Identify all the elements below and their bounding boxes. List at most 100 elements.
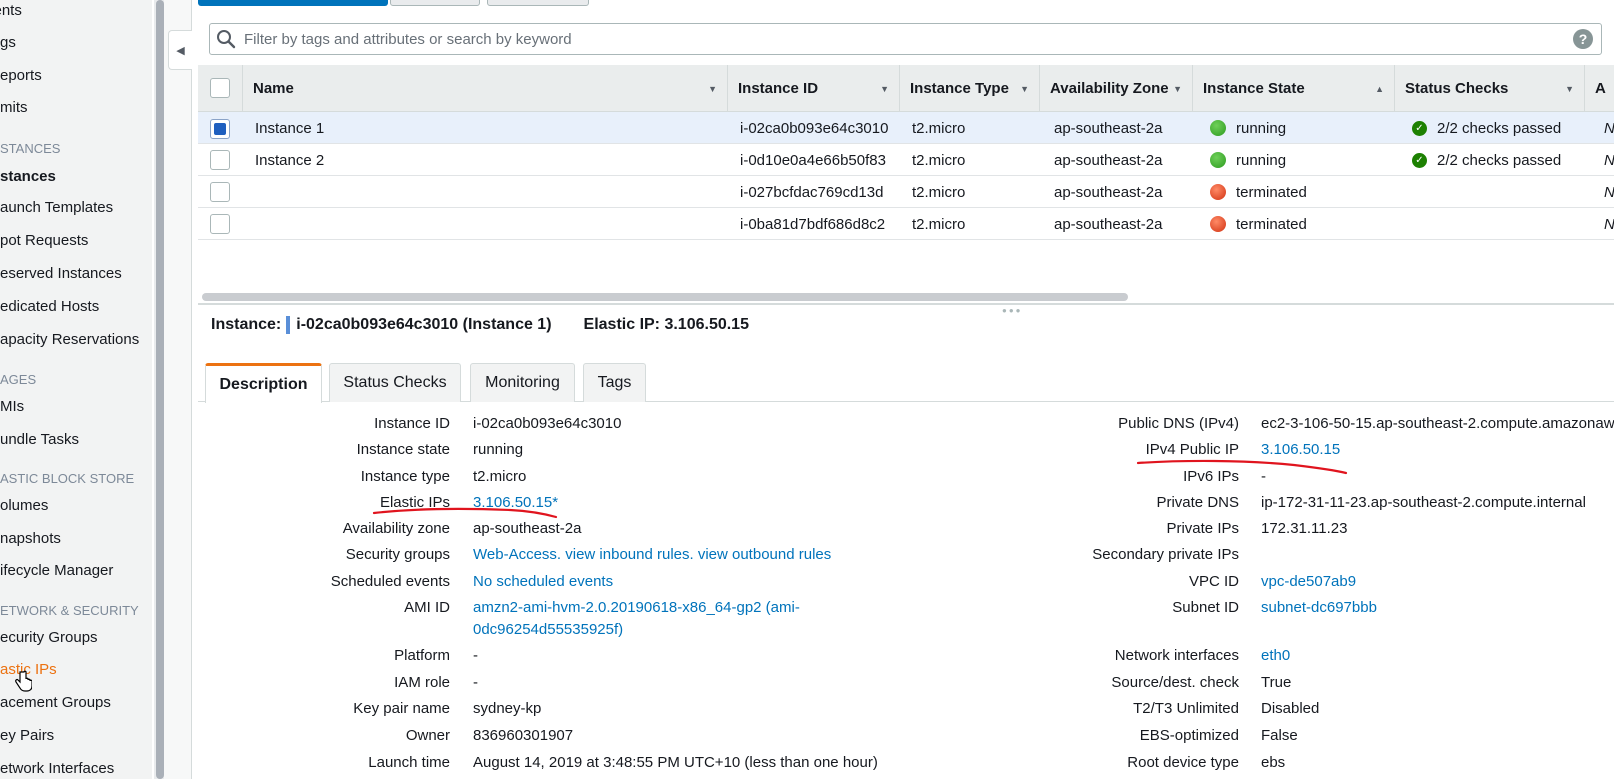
sidebar-item-capacity-reservations[interactable]: apacity Reservations	[0, 331, 139, 348]
sidebar-heading-network-security: ETWORK & SECURITY	[0, 603, 139, 618]
value-network-interfaces[interactable]: eth0	[1261, 647, 1290, 664]
value-private-dns: ip-172-31-11-23.ap-southeast-2.compute.i…	[1261, 494, 1586, 511]
row-checkbox[interactable]	[210, 182, 230, 202]
checks-text: 2/2 checks passed	[1437, 119, 1562, 137]
sidebar-item-events[interactable]: vents	[0, 2, 22, 19]
value-owner: 836960301907	[473, 727, 574, 744]
sidebar-item-key-pairs[interactable]: ey Pairs	[0, 727, 54, 744]
value-scheduled-events[interactable]: No scheduled events	[473, 573, 613, 590]
sidebar-item-network-interfaces[interactable]: etwork Interfaces	[0, 760, 114, 777]
table-row[interactable]: i-0ba81d7bdf686d8c2 t2.micro ap-southeas…	[198, 208, 1614, 240]
value-ami-id[interactable]: amzn2-ami-hvm-2.0.20190618-x86_64-gp2 (a…	[473, 599, 800, 616]
cell-availability-zone: ap-southeast-2a	[1054, 183, 1163, 201]
sidebar-item-spot-requests[interactable]: pot Requests	[0, 232, 88, 249]
tab-status-checks[interactable]: Status Checks	[329, 363, 461, 402]
sidebar-scrollbar[interactable]	[156, 0, 164, 779]
sort-down-icon[interactable]: ▼	[708, 84, 717, 94]
tab-monitoring[interactable]: Monitoring	[470, 363, 575, 402]
sidebar-item-instances[interactable]: stances	[0, 168, 56, 185]
state-text: terminated	[1236, 215, 1307, 233]
sidebar-item-reports[interactable]: eports	[0, 67, 42, 84]
sidebar-item-volumes[interactable]: olumes	[0, 497, 48, 514]
row-checkbox[interactable]	[210, 214, 230, 234]
actions-button[interactable]	[487, 0, 589, 6]
label-scheduled-events: Scheduled events	[330, 573, 450, 590]
pane-divider[interactable]	[198, 303, 1614, 305]
search-bar: ?	[209, 23, 1602, 55]
status-red-icon	[1210, 216, 1226, 232]
value-instance-type: t2.micro	[473, 468, 527, 485]
value-launch-time: August 14, 2019 at 3:48:55 PM UTC+10 (le…	[473, 754, 878, 771]
value-ebs-optimized: False	[1261, 727, 1298, 744]
detail-header: Instance: i-02ca0b093e64c3010 (Instance …	[211, 316, 749, 334]
column-header-instance-type[interactable]: Instance Type ▼	[900, 65, 1040, 112]
row-checkbox[interactable]	[210, 119, 230, 139]
value-subnet-id[interactable]: subnet-dc697bbb	[1261, 599, 1377, 616]
value-vpc-id[interactable]: vpc-de507ab9	[1261, 573, 1356, 590]
help-icon[interactable]: ?	[1573, 29, 1593, 49]
cell-instance-state: terminated	[1210, 208, 1307, 240]
connect-button[interactable]	[390, 0, 480, 6]
sidebar-item-placement-groups[interactable]: acement Groups	[0, 694, 111, 711]
label-t2-t3-unlimited: T2/T3 Unlimited	[1133, 700, 1239, 717]
hand-cursor-icon	[15, 670, 32, 692]
sidebar-item-lifecycle-manager[interactable]: ifecycle Manager	[0, 562, 113, 579]
column-label-status-checks: Status Checks	[1405, 80, 1509, 97]
launch-instance-button[interactable]	[198, 0, 388, 6]
annotation-underline-ipv4-public-ip	[1136, 459, 1348, 475]
table-horizontal-scrollbar[interactable]	[202, 293, 1128, 301]
column-header-status-checks[interactable]: Status Checks ▼	[1395, 65, 1585, 112]
cell-alarm: N	[1604, 215, 1614, 233]
sidebar-item-snapshots[interactable]: napshots	[0, 530, 61, 547]
sidebar-item-launch-templates[interactable]: aunch Templates	[0, 199, 113, 216]
sidebar-item-limits[interactable]: mits	[0, 99, 28, 116]
column-header-alarm[interactable]: A	[1585, 65, 1614, 112]
label-public-dns: Public DNS (IPv4)	[1118, 415, 1239, 432]
cell-instance-type: t2.micro	[912, 119, 966, 137]
label-platform: Platform	[394, 647, 450, 664]
column-header-name[interactable]: Name ▼	[243, 65, 728, 112]
elastic-ip-header: Elastic IP: 3.106.50.15	[583, 316, 749, 333]
tab-description[interactable]: Description	[205, 363, 322, 403]
sidebar-item-amis[interactable]: MIs	[0, 398, 24, 415]
sidebar-heading-ebs: ASTIC BLOCK STORE	[0, 471, 135, 486]
resize-grip-icon[interactable]: ●●●	[1002, 306, 1023, 315]
sort-down-icon[interactable]: ▼	[1020, 84, 1029, 94]
cell-instance-state: terminated	[1210, 176, 1307, 208]
label-private-dns: Private DNS	[1156, 494, 1239, 511]
collapse-left-icon[interactable]: ◀	[168, 30, 192, 70]
state-text: terminated	[1236, 183, 1307, 201]
table-row[interactable]: Instance 2 i-0d10e0a4e66b50f83 t2.micro …	[198, 144, 1614, 176]
cell-instance-type: t2.micro	[912, 151, 966, 169]
column-header-availability-zone[interactable]: Availability Zone ▼	[1040, 65, 1193, 112]
check-passed-icon: ✓	[1412, 120, 1427, 136]
sort-down-icon[interactable]: ▼	[1173, 84, 1182, 94]
state-text: running	[1236, 151, 1287, 169]
sort-down-icon[interactable]: ▼	[880, 84, 889, 94]
value-ami-id-cont[interactable]: 0dc96254d55535925f)	[473, 621, 623, 638]
table-row[interactable]: i-027bcfdac769cd13d t2.micro ap-southeas…	[198, 176, 1614, 208]
sidebar-item-tags[interactable]: gs	[0, 34, 16, 51]
value-key-pair-name: sydney-kp	[473, 700, 542, 717]
cell-status-checks: ✓ 2/2 checks passed	[1412, 112, 1561, 144]
row-checkbox[interactable]	[210, 150, 230, 170]
label-launch-time: Launch time	[368, 754, 450, 771]
sidebar-item-dedicated-hosts[interactable]: edicated Hosts	[0, 298, 99, 315]
column-header-instance-state[interactable]: Instance State ▲	[1193, 65, 1395, 112]
sidebar-item-reserved-instances[interactable]: eserved Instances	[0, 265, 122, 282]
tab-tags[interactable]: Tags	[583, 363, 646, 402]
value-security-groups[interactable]: Web-Access. view inbound rules. view out…	[473, 546, 831, 563]
sort-up-icon[interactable]: ▲	[1375, 84, 1384, 94]
table-row[interactable]: Instance 1 i-02ca0b093e64c3010 t2.micro …	[198, 112, 1614, 144]
sort-down-icon[interactable]: ▼	[1565, 84, 1574, 94]
sidebar-item-bundle-tasks[interactable]: undle Tasks	[0, 431, 79, 448]
search-input[interactable]	[244, 24, 1544, 54]
cell-availability-zone: ap-southeast-2a	[1054, 119, 1163, 137]
select-all-checkbox[interactable]	[210, 78, 230, 98]
cell-alarm: N	[1604, 183, 1614, 201]
instance-label: Instance:	[211, 316, 282, 333]
column-label-instance-state: Instance State	[1203, 80, 1305, 97]
column-header-instance-id[interactable]: Instance ID ▼	[728, 65, 900, 112]
sidebar-item-security-groups[interactable]: ecurity Groups	[0, 629, 98, 646]
label-secondary-private-ips: Secondary private IPs	[1092, 546, 1239, 563]
